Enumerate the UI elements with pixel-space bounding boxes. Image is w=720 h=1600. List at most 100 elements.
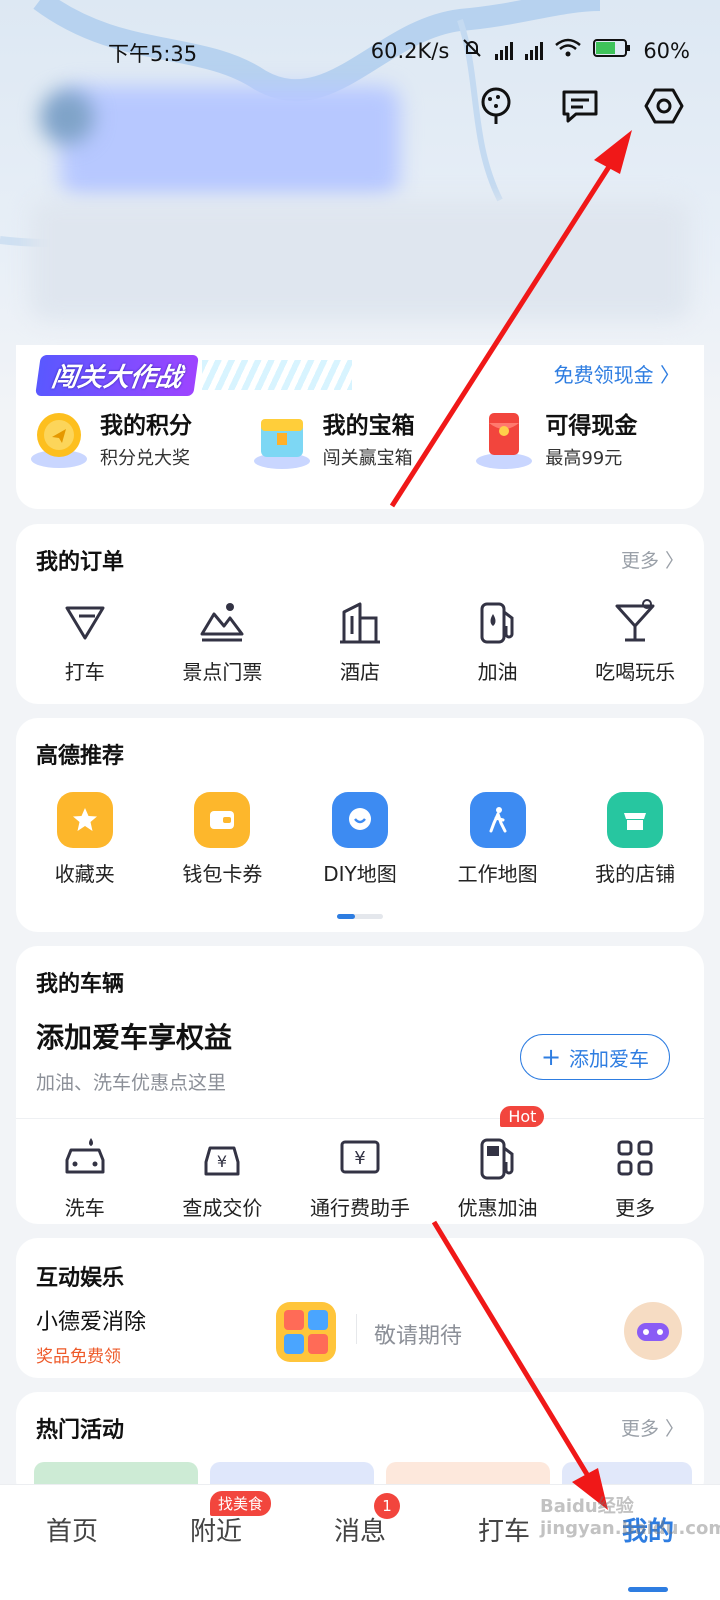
order-fuel[interactable]: 加油 [429,598,567,685]
taxi-icon [65,606,105,640]
nav-label: 打车 [477,1517,530,1547]
wallet-icon [194,792,251,848]
plus-icon: + [540,1043,562,1071]
divider [16,1118,704,1119]
coin-icon [26,405,92,471]
recommend-label: 收藏夹 [54,862,115,886]
page-indicator [337,914,383,919]
treasure-chest-icon [249,405,315,471]
svg-text:¥: ¥ [217,1152,227,1171]
nearby-badge: 找美食 [210,1491,272,1516]
game-entry[interactable]: 小德爱消除 奖品免费领 [36,1302,356,1368]
walker-icon [469,792,526,848]
orders-title: 我的订单 [36,550,125,575]
nav-home[interactable]: 首页 [0,1485,144,1600]
battery-icon [593,38,631,63]
add-car-label: 添加爱车 [569,1046,650,1071]
vehicle-car-wash[interactable]: 洗车 [16,1134,154,1221]
coming-soon-text: 敬请期待 [374,1324,463,1349]
price-check-icon: ¥ [204,1146,240,1176]
reward-chest[interactable]: 我的宝箱 闯关赢宝箱 [249,405,472,471]
header-actions [474,84,686,128]
tree-icon[interactable] [474,84,518,128]
add-car-button[interactable]: + 添加爱车 [520,1034,670,1080]
game-app-icon [276,1302,336,1362]
promo-logo: 闯关大作战 [35,354,199,396]
status-right: 60.2K/s 60% [371,38,690,63]
red-envelope-icon [471,405,537,471]
reward-subtitle: 最高99元 [545,448,623,469]
message-icon[interactable] [558,84,602,128]
message-count-badge: 1 [374,1493,400,1519]
vehicle-label: 更多 [615,1196,656,1220]
order-label: 景点门票 [182,660,263,684]
avatar[interactable] [40,90,94,144]
watermark: Baidu经验 jingyan.baidu.com [540,1496,720,1539]
vehicle-label: 优惠加油 [457,1196,538,1220]
nav-label: 首页 [45,1517,98,1547]
order-taxi[interactable]: 打车 [16,598,154,685]
reward-subtitle: 积分兑大奖 [100,448,190,469]
vehicle-discount-fuel[interactable]: Hot 优惠加油 [429,1106,567,1221]
vehicle-toll-assistant[interactable]: ¥ 通行费助手 [291,1134,429,1221]
status-bar: 下午5:35 60.2K/s 60% [0,30,720,70]
nav-nearby[interactable]: 附近 找美食 [144,1485,288,1600]
recommend-favorites[interactable]: 收藏夹 [16,792,154,887]
recommend-work-map[interactable]: 工作地图 [429,792,567,887]
order-scenic-tickets[interactable]: 景点门票 [154,598,292,685]
nav-messages[interactable]: 消息 1 [288,1485,432,1600]
grid-icon [617,1140,653,1176]
free-cash-link[interactable]: 免费领现金 〉 [554,359,680,388]
recommend-grid: 收藏夹 钱包卡券 DIY地图 工作地图 我的店铺 [16,792,704,887]
reward-title: 可得现金 [545,413,638,439]
recommend-wallet[interactable]: 钱包卡券 [154,792,292,887]
blurred-stats-area [30,200,690,320]
reward-points[interactable]: 我的积分 积分兑大奖 [26,405,249,471]
promo-banner[interactable]: 闯关大作战 [35,354,353,396]
fuel-icon [480,1138,514,1180]
settings-icon[interactable] [642,84,686,128]
nav-label: 消息 [333,1517,386,1547]
order-label: 吃喝玩乐 [595,660,676,684]
svg-text:¥: ¥ [354,1148,365,1169]
activities-more-link[interactable]: 更多 〉 [621,1414,684,1441]
battery-percent: 60% [643,38,690,63]
mute-icon [461,38,483,63]
reward-cash[interactable]: 可得现金最高99元 [471,405,694,471]
fuel-icon [480,602,514,644]
reward-title: 我的积分 [100,413,192,439]
game-controller-icon[interactable] [624,1302,682,1360]
order-entertainment[interactable]: 吃喝玩乐 [566,598,704,685]
signal-icon-2 [525,41,544,60]
promo-card: 闯关大作战 免费领现金 〉 我的积分积分兑大奖 我的宝箱 闯关赢宝箱 可得现金最高… [16,345,704,509]
recommend-my-store[interactable]: 我的店铺 [566,792,704,887]
vehicle-label: 通行费助手 [309,1196,410,1220]
order-label: 酒店 [339,660,380,684]
vehicle-card: 我的车辆 添加爱车享权益 加油、洗车优惠点这里 + 添加爱车 洗车 ¥ 查成交价… [16,946,704,1224]
promo-stripes [202,360,353,390]
orders-grid: 打车 景点门票 酒店 加油 吃喝玩乐 [16,598,704,685]
vehicle-more[interactable]: 更多 [566,1134,704,1221]
reward-subtitle: 闯关赢宝箱 [322,448,413,469]
orders-card: 我的订单 更多 〉 打车 景点门票 酒店 加油 吃喝玩乐 [16,524,704,704]
vehicle-label: 洗车 [64,1196,105,1220]
active-tab-indicator [628,1587,668,1592]
car-wash-icon [65,1138,105,1174]
hotel-icon [339,602,380,644]
vehicle-grid: 洗车 ¥ 查成交价 ¥ 通行费助手 Hot 优惠加油 更多 [16,1106,704,1221]
divider [356,1314,357,1344]
scenic-ticket-icon [200,603,244,642]
signal-icon [495,41,514,60]
orders-more-link[interactable]: 更多 〉 [621,546,684,573]
recommend-title: 高德推荐 [36,744,125,769]
vehicle-price-check[interactable]: ¥ 查成交价 [154,1134,292,1221]
recommend-card: 高德推荐 收藏夹 钱包卡券 DIY地图 工作地图 我的店铺 [16,718,704,932]
entertainment-card: 互动娱乐 小德爱消除 奖品免费领 敬请期待 [16,1238,704,1378]
vehicle-label: 查成交价 [182,1196,263,1220]
recommend-diy-map[interactable]: DIY地图 [291,792,429,887]
vehicle-title: 我的车辆 [36,972,125,997]
reward-row: 我的积分积分兑大奖 我的宝箱 闯关赢宝箱 可得现金最高99元 [26,405,694,471]
wifi-icon [555,38,582,63]
store-icon [607,792,664,848]
order-hotel[interactable]: 酒店 [291,598,429,685]
